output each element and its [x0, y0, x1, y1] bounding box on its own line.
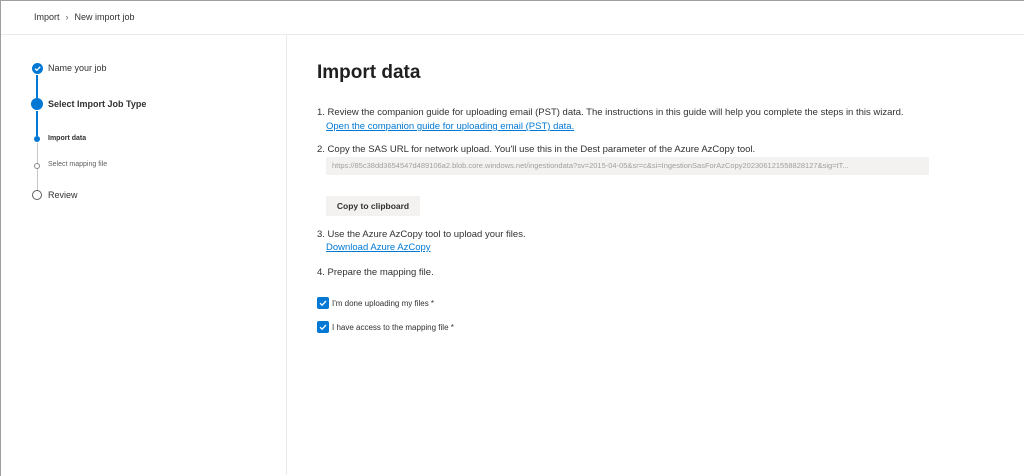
mapping-access-label[interactable]: I have access to the mapping file * — [332, 323, 454, 332]
step4-text: 4. Prepare the mapping file. — [317, 267, 434, 278]
wizard-step-name-your-job[interactable]: Name your job — [48, 63, 107, 73]
pending-substep-indicator — [34, 163, 40, 169]
pending-step-indicator — [32, 190, 42, 200]
wizard-sidebar: Name your job Select Import Job Type Imp… — [1, 35, 287, 475]
step-connector — [36, 168, 38, 191]
breadcrumb-import-link[interactable]: Import — [34, 12, 60, 22]
uploading-done-label[interactable]: I'm done uploading my files * — [332, 299, 434, 308]
breadcrumb: Import › New import job — [34, 12, 135, 22]
wizard-substep-select-mapping-file[interactable]: Select mapping file — [48, 161, 107, 168]
download-azcopy-link[interactable]: Download Azure AzCopy — [326, 242, 431, 253]
checkmark-icon — [319, 324, 327, 331]
companion-guide-link[interactable]: Open the companion guide for uploading e… — [326, 121, 574, 132]
step3-text: 3. Use the Azure AzCopy tool to upload y… — [317, 229, 526, 240]
checkmark-icon — [319, 300, 327, 307]
step-connector — [36, 143, 38, 164]
current-step-indicator — [31, 98, 43, 110]
mapping-access-checkbox[interactable] — [317, 321, 329, 333]
step-connector — [36, 111, 38, 136]
page-title: Import data — [317, 62, 421, 83]
breadcrumb-current: New import job — [74, 12, 135, 22]
wizard-substep-import-data[interactable]: Import data — [48, 135, 86, 142]
sas-url-field[interactable]: https://85c38dd3654547d489106a2.blob.cor… — [326, 157, 929, 175]
wizard-step-select-import-job-type[interactable]: Select Import Job Type — [48, 99, 146, 109]
copy-to-clipboard-button[interactable]: Copy to clipboard — [326, 196, 420, 216]
checkmark-icon — [32, 63, 43, 74]
step1-text: 1. Review the companion guide for upload… — [317, 107, 904, 118]
chevron-right-icon: › — [65, 12, 69, 22]
current-substep-indicator — [34, 136, 40, 142]
step-connector — [36, 75, 38, 100]
uploading-done-checkbox[interactable] — [317, 297, 329, 309]
step2-text: 2. Copy the SAS URL for network upload. … — [317, 144, 756, 155]
wizard-step-review[interactable]: Review — [48, 190, 78, 200]
